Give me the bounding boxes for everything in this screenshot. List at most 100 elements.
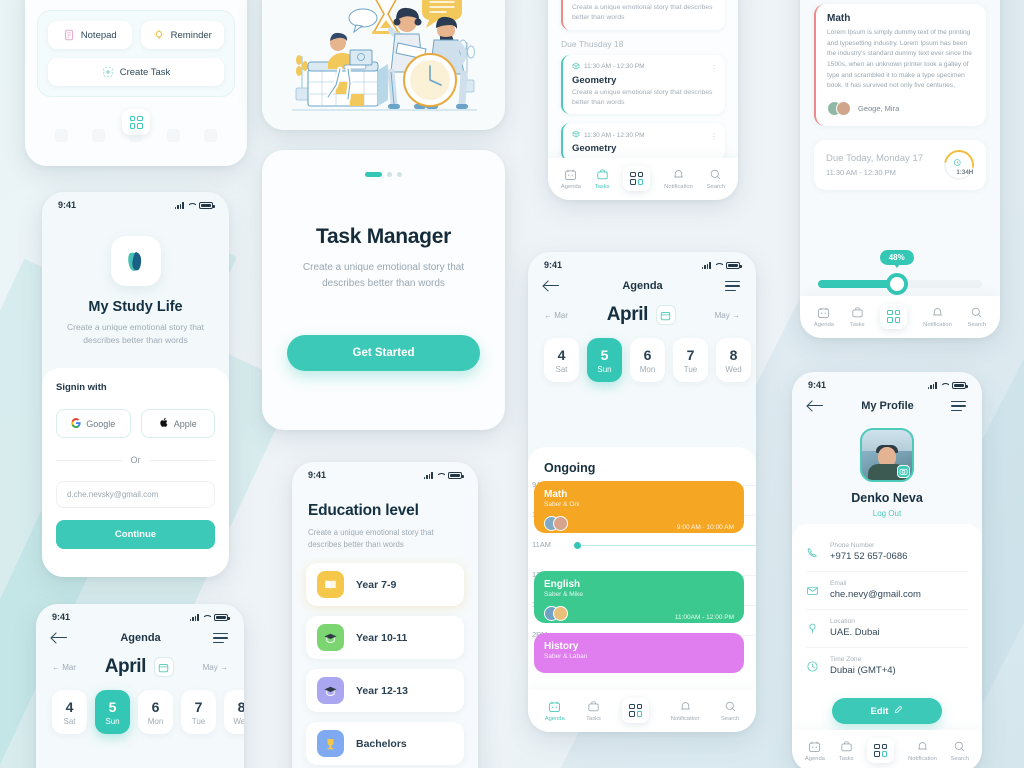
day-cell[interactable]: 4 Sat — [52, 690, 87, 734]
education-level-item[interactable]: Year 10-11 — [306, 616, 464, 660]
back-arrow-icon[interactable] — [52, 632, 68, 644]
pagination-dots[interactable] — [262, 172, 505, 177]
status-bar: 9:41 — [528, 252, 756, 272]
google-signin-button[interactable]: Google — [56, 409, 131, 438]
progress-slider[interactable]: 48% — [818, 250, 982, 298]
day-cell[interactable]: 8 Wed — [224, 690, 244, 734]
tab-search[interactable]: Search — [968, 306, 986, 328]
tab-label: Search — [706, 183, 726, 190]
tab-grid[interactable] — [880, 303, 908, 331]
tab-tasks[interactable]: Tasks — [595, 168, 610, 190]
hamburger-menu-icon[interactable] — [950, 400, 966, 412]
day-cell-selected[interactable]: 5 Sun — [587, 338, 622, 382]
dot-3[interactable] — [397, 172, 402, 177]
day-number: 7 — [686, 347, 695, 363]
day-cell[interactable]: 8 Wed — [716, 338, 751, 382]
get-started-button[interactable]: Get Started — [287, 335, 480, 371]
camera-icon[interactable] — [897, 465, 910, 478]
tab-tasks[interactable]: Tasks — [850, 306, 865, 328]
timeline-hour: 11AM — [532, 540, 552, 549]
profile-field-row[interactable]: Phone Number +971 52 657-0686 — [806, 534, 968, 572]
agenda-event[interactable]: Math Saber & Oni 9:00 AM - 10:00 AM — [534, 481, 744, 533]
next-month-button[interactable]: May → — [203, 663, 228, 672]
status-icons — [189, 613, 230, 621]
agenda-event[interactable]: History Saber & Laban — [534, 633, 744, 673]
timeline: 9AM 10AM 11AM 12PM 1PM 2PM — [528, 480, 756, 673]
calendar-picker-button[interactable] — [655, 305, 676, 325]
edit-button[interactable]: Edit — [832, 698, 942, 724]
tab-search[interactable]: Search — [721, 700, 739, 722]
tab-tasks[interactable]: Tasks — [839, 740, 854, 762]
grid-button[interactable] — [867, 737, 895, 763]
field-value: Dubai (GMT+4) — [830, 665, 896, 676]
task-card[interactable]: ⋮ 11:30 AM - 12:30 PM Math Create a uniq… — [561, 0, 725, 30]
day-cell[interactable]: 7 Tue — [181, 690, 216, 734]
tab-search[interactable]: Search — [951, 740, 969, 762]
education-level-item[interactable]: Year 12-13 — [306, 669, 464, 713]
prev-month-button[interactable]: ← Mar — [544, 311, 568, 320]
tab-notification[interactable]: Notification — [671, 700, 699, 722]
logout-link[interactable]: Log Out — [792, 509, 982, 518]
tab-label: Notification — [908, 755, 937, 762]
tab-notification[interactable]: Notification — [664, 168, 693, 190]
time-remaining-ring: 1:34H — [938, 144, 980, 186]
avatar[interactable] — [860, 428, 914, 482]
tab-notification[interactable]: Notification — [908, 740, 937, 762]
slider-fill — [818, 280, 897, 289]
grid-button[interactable] — [623, 165, 651, 191]
day-cell[interactable]: 6 Mon — [138, 690, 173, 734]
day-cell-selected[interactable]: 5 Sun — [95, 690, 130, 734]
due-value: Thusday 18 — [578, 38, 624, 49]
profile-field-row[interactable]: Time Zone Dubai (GMT+4) — [806, 648, 968, 685]
task-more-icon[interactable]: ⋮ — [710, 132, 718, 141]
profile-field-row[interactable]: Email che.nevy@gmail.com — [806, 572, 968, 610]
task-card[interactable]: ⋮ 11:30 AM - 12:30 PM Geometry — [561, 123, 725, 162]
pencil-icon — [894, 705, 903, 717]
tab-grid[interactable] — [623, 165, 651, 193]
day-cell[interactable]: 4 Sat — [544, 338, 579, 382]
prev-month-button[interactable]: ← Mar — [52, 663, 76, 672]
tab-grid[interactable] — [867, 737, 895, 765]
email-field[interactable]: d.che.nevsky@gmail.com — [56, 481, 215, 508]
tab-grid[interactable] — [622, 697, 650, 725]
back-arrow-icon[interactable] — [544, 280, 560, 292]
book-icon — [317, 571, 344, 599]
onboarding-title: Task Manager — [316, 225, 451, 248]
apple-signin-button[interactable]: Apple — [140, 409, 215, 438]
grid-button[interactable] — [880, 303, 908, 329]
grid-button[interactable] — [622, 697, 650, 723]
reminder-button[interactable]: Reminder — [140, 21, 224, 49]
agenda-event[interactable]: English Saber & Mike 11:00AM - 12:00 PM — [534, 571, 744, 623]
participant-names: Geoge, Mira — [858, 104, 900, 114]
search-icon — [724, 700, 737, 713]
tab-agenda[interactable]: Agenda — [814, 306, 834, 328]
slider-knob[interactable] — [885, 273, 908, 296]
dot-1[interactable] — [365, 172, 382, 177]
hamburger-menu-icon[interactable] — [725, 280, 740, 292]
next-month-button[interactable]: May → — [715, 311, 740, 320]
task-card[interactable]: ⋮ 11:30 AM - 12:30 PM Geometry Create a … — [561, 54, 725, 115]
day-cell[interactable]: 6 Mon — [630, 338, 665, 382]
tab-search[interactable]: Search — [707, 168, 725, 190]
profile-field-row[interactable]: Location UAE. Dubai — [806, 610, 968, 648]
calendar-picker-button[interactable] — [153, 657, 174, 677]
bell-icon — [679, 700, 692, 713]
task-more-icon[interactable]: ⋮ — [710, 64, 718, 73]
tab-tasks[interactable]: Tasks — [586, 700, 601, 722]
tab-notification[interactable]: Notification — [923, 306, 952, 328]
day-strip: 4 Sat 5 Sun 6 Mon 7 Tue 8 Wed — [528, 326, 756, 396]
tab-agenda[interactable]: Agenda — [545, 700, 565, 722]
education-level-item[interactable]: Year 7-9 — [306, 563, 464, 607]
education-level-item[interactable]: Bachelors — [306, 722, 464, 766]
notepad-button[interactable]: Notepad — [48, 21, 132, 49]
box-icon — [572, 62, 580, 72]
create-task-button[interactable]: Create Task — [48, 58, 224, 86]
hamburger-menu-icon[interactable] — [213, 632, 228, 644]
field-value: +971 52 657-0686 — [830, 551, 908, 562]
tab-agenda[interactable]: Agenda — [805, 740, 825, 762]
tab-agenda[interactable]: Agenda — [561, 168, 581, 190]
dot-2[interactable] — [387, 172, 392, 177]
day-cell[interactable]: 7 Tue — [673, 338, 708, 382]
continue-button[interactable]: Continue — [56, 520, 215, 549]
back-arrow-icon[interactable] — [808, 400, 824, 412]
